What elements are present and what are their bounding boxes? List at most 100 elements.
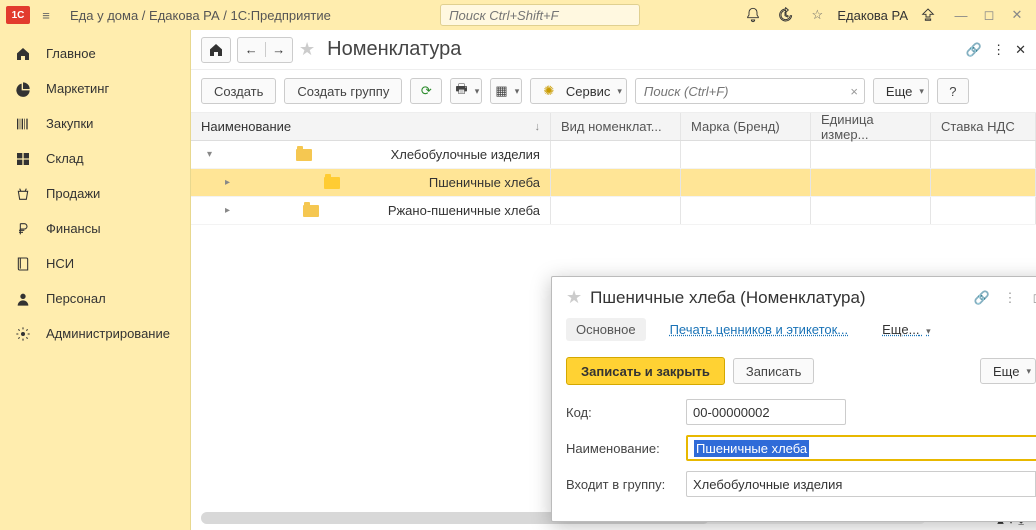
global-search-input[interactable] <box>440 4 640 26</box>
sort-icon: ↓ <box>535 121 541 133</box>
expander-icon[interactable]: ▾ <box>207 149 217 160</box>
group-label: Входит в группу: <box>566 477 686 492</box>
report-button[interactable]: ▦▾ <box>490 78 522 104</box>
tab-more[interactable]: Еще... ▾ <box>872 318 940 341</box>
list-search-input[interactable] <box>636 84 844 99</box>
code-input[interactable] <box>686 399 846 425</box>
star-icon[interactable]: ☆ <box>805 3 829 27</box>
help-button[interactable]: ? <box>937 78 969 104</box>
link-icon[interactable]: 🔗 <box>966 42 982 58</box>
tab-print[interactable]: Печать ценников и этикеток... <box>660 318 859 341</box>
basket-icon <box>14 185 32 203</box>
window-title: Еда у дома / Едакова РА / 1С:Предприятие <box>62 8 339 23</box>
back-icon[interactable]: ← <box>238 42 266 57</box>
sidebar-item-person[interactable]: Персонал <box>0 281 190 316</box>
title-bar: 1C ≡ Еда у дома / Едакова РА / 1С:Предпр… <box>0 0 1036 30</box>
minimize-button[interactable]: — <box>948 4 974 26</box>
row-label: Пшеничные хлеба <box>429 175 540 190</box>
more-button[interactable]: Еще▾ <box>873 78 929 104</box>
code-label: Код: <box>566 405 686 420</box>
list-search: × <box>635 78 865 104</box>
table-row[interactable]: ▸ Ржано-пшеничные хлеба <box>191 197 1036 225</box>
sidebar-label: НСИ <box>46 256 74 271</box>
name-selection: Пшеничные хлеба <box>694 440 809 457</box>
nav-back-forward[interactable]: ← → <box>237 37 293 63</box>
expander-icon[interactable]: ▸ <box>225 177 235 188</box>
save-close-button[interactable]: Записать и закрыть <box>566 357 725 385</box>
folder-icon <box>324 177 340 189</box>
sidebar-item-home[interactable]: Главное <box>0 36 190 71</box>
expander-icon[interactable]: ▸ <box>225 205 235 216</box>
forward-icon[interactable]: → <box>266 42 293 57</box>
history-icon[interactable] <box>773 3 797 27</box>
barcode-icon <box>14 115 32 133</box>
sidebar-item-ruble[interactable]: Финансы <box>0 211 190 246</box>
ruble-icon <box>14 220 32 238</box>
user-name: Едакова РА <box>837 8 908 23</box>
grid-header: Наименование↓ Вид номенклат... Марка (Бр… <box>191 113 1036 141</box>
sidebar-item-grid[interactable]: Склад <box>0 141 190 176</box>
row-label: Хлебобулочные изделия <box>391 147 540 162</box>
group-input[interactable] <box>686 471 1036 497</box>
modal-link-icon[interactable]: 🔗 <box>972 290 992 306</box>
clear-search-icon[interactable]: × <box>844 84 864 99</box>
save-button[interactable]: Записать <box>733 358 815 384</box>
print-button[interactable]: 🖶▾ <box>450 78 482 104</box>
global-search <box>343 4 738 26</box>
favorite-icon[interactable]: ★ <box>299 39 315 60</box>
person-icon <box>14 290 32 308</box>
content-area: ← → ★ Номенклатура 🔗 ⋮ ✕ Создать Создать… <box>190 30 1036 530</box>
name-label: Наименование: <box>566 441 686 456</box>
col-brand[interactable]: Марка (Бренд) <box>681 113 811 140</box>
modal-tabs: Основное Печать ценников и этикеток... Е… <box>552 318 1036 349</box>
pie-icon <box>14 80 32 98</box>
create-group-button[interactable]: Создать группу <box>284 78 402 104</box>
sidebar-item-barcode[interactable]: Закупки <box>0 106 190 141</box>
sidebar-label: Финансы <box>46 221 101 236</box>
page-header: ← → ★ Номенклатура 🔗 ⋮ ✕ <box>191 30 1036 70</box>
sidebar-item-pie[interactable]: Маркетинг <box>0 71 190 106</box>
sidebar-label: Закупки <box>46 116 93 131</box>
modal-more-button[interactable]: Еще▾ <box>980 358 1036 384</box>
sidebar-item-basket[interactable]: Продажи <box>0 176 190 211</box>
row-label: Ржано-пшеничные хлеба <box>388 203 540 218</box>
close-button[interactable]: ✕ <box>1004 4 1030 26</box>
bell-icon[interactable] <box>741 3 765 27</box>
sidebar-label: Администрирование <box>46 326 170 341</box>
sidebar-label: Главное <box>46 46 96 61</box>
caps-icon[interactable] <box>916 3 940 27</box>
table-row[interactable]: ▾ Хлебобулочные изделия <box>191 141 1036 169</box>
col-name[interactable]: Наименование↓ <box>191 113 551 140</box>
service-button[interactable]: ✺ Сервис▾ <box>530 78 627 104</box>
sidebar-item-book[interactable]: НСИ <box>0 246 190 281</box>
sidebar-label: Персонал <box>46 291 106 306</box>
page-title: Номенклатура <box>327 38 461 61</box>
modal-favorite-icon[interactable]: ★ <box>566 287 582 308</box>
sidebar: Главное Маркетинг Закупки Склад Продажи Финан… <box>0 30 190 530</box>
page-close-icon[interactable]: ✕ <box>1015 42 1026 58</box>
col-kind[interactable]: Вид номенклат... <box>551 113 681 140</box>
grid-icon <box>14 150 32 168</box>
modal-title: Пшеничные хлеба (Номенклатура) <box>590 288 964 308</box>
gear-icon <box>14 325 32 343</box>
refresh-button[interactable]: ⟳ <box>410 78 442 104</box>
item-modal: ★ Пшеничные хлеба (Номенклатура) 🔗 ⋮ ◻ ✕… <box>551 276 1036 522</box>
user-label[interactable]: Едакова РА <box>837 8 908 23</box>
menu-icon[interactable]: ≡ <box>34 3 58 27</box>
sidebar-item-gear[interactable]: Администрирование <box>0 316 190 351</box>
home-button[interactable] <box>201 37 231 63</box>
modal-more-icon[interactable]: ⋮ <box>1000 290 1020 306</box>
sidebar-label: Продажи <box>46 186 100 201</box>
app-logo: 1C <box>6 6 30 24</box>
create-button[interactable]: Создать <box>201 78 276 104</box>
folder-icon <box>296 149 312 161</box>
col-vat[interactable]: Ставка НДС <box>931 113 1036 140</box>
more-vert-icon[interactable]: ⋮ <box>992 42 1005 58</box>
col-unit[interactable]: Единица измер... <box>811 113 931 140</box>
maximize-button[interactable]: ◻ <box>976 4 1002 26</box>
tab-main[interactable]: Основное <box>566 318 646 341</box>
table-row[interactable]: ▸ Пшеничные хлеба <box>191 169 1036 197</box>
home-icon <box>14 45 32 63</box>
modal-maximize-icon[interactable]: ◻ <box>1028 290 1036 306</box>
toolbar: Создать Создать группу ⟳ 🖶▾ ▦▾ ✺ Сервис▾… <box>191 70 1036 113</box>
